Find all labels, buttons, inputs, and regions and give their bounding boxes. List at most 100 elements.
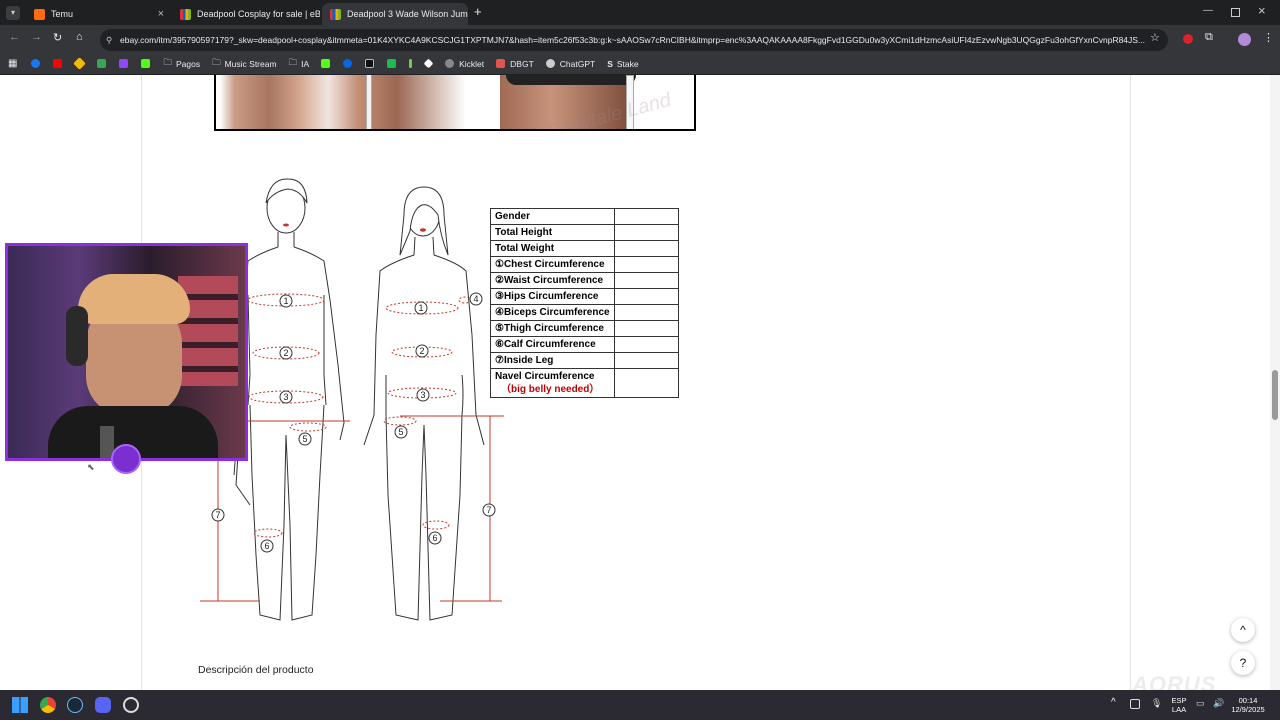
folder-ia[interactable]: 🗀 IA — [289, 57, 310, 71]
folder-icon: 🗀 — [163, 56, 172, 67]
svg-text:7: 7 — [486, 505, 491, 515]
tab-search-button[interactable]: ▾ — [6, 6, 20, 20]
binance-bookmark-icon[interactable] — [73, 57, 89, 70]
female-body — [363, 236, 485, 621]
tray-mic-icon[interactable]: 🎙 — [1151, 698, 1162, 709]
facebook-bookmark-icon[interactable] — [31, 59, 45, 68]
bookmark-star-icon[interactable]: ☆ — [1150, 31, 1160, 44]
scrollbar-thumb[interactable] — [1272, 370, 1278, 420]
new-tab-button[interactable]: + — [474, 4, 482, 19]
help-button[interactable]: ? — [1231, 651, 1255, 675]
help-icon: ? — [1239, 656, 1247, 670]
tab-strip: ▾ Temu × Deadpool Cosplay for sale | eB … — [0, 0, 1280, 25]
twitch-bookmark-icon[interactable] — [119, 59, 133, 68]
marker-6-male: 6 — [260, 539, 274, 553]
close-window-icon[interactable]: × — [1258, 3, 1266, 18]
row-value — [613, 224, 679, 241]
tab-deadpool-cosplay[interactable]: Deadpool Cosplay for sale | eB × — [172, 3, 320, 25]
site-info-icon[interactable]: ⚲ — [106, 35, 112, 46]
clock[interactable]: 00:14 12/9/2025 — [1228, 696, 1268, 714]
reload-icon[interactable]: ↻ — [53, 31, 62, 44]
diamond-bookmark-icon[interactable] — [423, 58, 437, 69]
menu-dots-icon[interactable]: ⋮ — [1263, 31, 1274, 44]
bookmark-dbgt[interactable]: DBGT — [496, 59, 534, 69]
svg-text:2: 2 — [283, 348, 288, 358]
tray-chevron-icon[interactable]: ^ — [1111, 697, 1116, 708]
tab-deadpool-jumpsuit[interactable]: Deadpool 3 Wade Wilson Jump × — [322, 3, 468, 25]
folder-pagos[interactable]: 🗀 Pagos — [163, 57, 200, 71]
bookmark-label: Pagos — [175, 58, 201, 69]
lang-code: ESP — [1171, 696, 1187, 705]
network-icon[interactable]: ▭ — [1196, 698, 1205, 709]
row-label: Gender — [490, 208, 615, 225]
bookmark-kicklet[interactable]: Kicklet — [445, 59, 484, 69]
clock-date: 12/9/2025 — [1231, 705, 1265, 714]
address-bar[interactable]: ⚲ ebay.com/itm/395790597179?_skw=deadpoo… — [100, 29, 1168, 51]
meta-bookmark-icon[interactable] — [343, 59, 357, 68]
kick2-bookmark-icon[interactable] — [321, 59, 335, 68]
extension-icon[interactable] — [1183, 34, 1193, 44]
bookmark-chatgpt[interactable]: ChatGPT — [545, 59, 595, 69]
steam-taskbar-icon[interactable] — [67, 697, 83, 713]
folder-music-stream[interactable]: 🗀 Music Stream — [212, 57, 276, 71]
page-scrollbar[interactable] — [1270, 75, 1280, 690]
tray-app-icon[interactable] — [1130, 699, 1140, 709]
tab-temu[interactable]: Temu × — [26, 3, 172, 25]
marker-2-male: 2 — [279, 346, 293, 360]
mouse-cursor-icon: ⬉ — [87, 462, 95, 472]
row-value — [613, 368, 679, 398]
kicklet-icon — [445, 59, 455, 68]
stake-icon: S — [607, 58, 613, 69]
svg-text:3: 3 — [283, 392, 288, 402]
green-bookmark-icon[interactable] — [387, 59, 401, 68]
close-tab-icon[interactable]: × — [158, 8, 164, 20]
aorus-watermark: AORUS — [1132, 672, 1217, 690]
marker-5-male: 5 — [298, 432, 312, 446]
marker-1-male: 1 — [279, 294, 293, 308]
tab-title: Temu — [51, 9, 74, 19]
row-label: ①Chest Circumference — [490, 256, 615, 273]
streamer-badge-icon — [111, 444, 141, 474]
home-icon[interactable]: ⌂ — [76, 31, 83, 43]
drive-bookmark-icon[interactable] — [97, 59, 111, 68]
row-label: Total Height — [490, 224, 615, 241]
bar-bookmark-icon[interactable] — [409, 59, 417, 68]
forward-icon[interactable]: → — [31, 31, 42, 43]
female-hair — [399, 186, 449, 256]
row-value — [613, 320, 679, 337]
app-taskbar-icon[interactable] — [123, 697, 139, 713]
discord-taskbar-icon[interactable] — [95, 697, 111, 713]
chrome-taskbar-icon[interactable] — [40, 697, 56, 713]
marker-6-female: 6 — [428, 531, 442, 545]
language-indicator[interactable]: ESP LAA — [1168, 696, 1190, 714]
youtube-bookmark-icon[interactable] — [53, 59, 67, 68]
row-label: ②Waist Circumference — [490, 272, 615, 289]
row-value — [613, 352, 679, 369]
marker-3-female: 3 — [416, 388, 430, 402]
bookmark-stake[interactable]: S Stake — [607, 59, 638, 69]
table-row: ①Chest Circumference — [490, 256, 679, 273]
marker-5-female: 5 — [394, 425, 408, 439]
kick-bookmark-icon[interactable] — [141, 59, 155, 68]
apps-grid-icon[interactable]: ▦ — [8, 58, 17, 69]
tiktok-bookmark-icon[interactable] — [365, 59, 379, 68]
volume-icon[interactable]: 🔊 — [1213, 698, 1224, 709]
table-row: Total Weight — [490, 240, 679, 257]
scroll-top-button[interactable]: ^ — [1231, 618, 1255, 642]
row-note: （big belly needed） — [501, 384, 600, 395]
restore-icon[interactable] — [1231, 8, 1240, 17]
profile-avatar[interactable] — [1238, 33, 1251, 46]
back-icon[interactable]: ← — [9, 31, 20, 43]
clock-time: 00:14 — [1238, 696, 1258, 705]
lang-layout: LAA — [1171, 705, 1187, 714]
marker-7-female: 7 — [482, 503, 496, 517]
product-description-heading: Descripción del producto — [198, 664, 314, 676]
streamer-webcam-overlay — [5, 243, 248, 461]
svg-text:6: 6 — [432, 533, 437, 543]
table-row: ②Waist Circumference — [490, 272, 679, 289]
windows-start-icon[interactable] — [12, 697, 28, 713]
chevron-up-icon: ^ — [1240, 623, 1246, 637]
tape-measure-left — [366, 75, 372, 129]
minimize-icon[interactable]: — — [1203, 5, 1213, 16]
extensions-puzzle-icon[interactable]: ⧉ — [1205, 31, 1213, 44]
